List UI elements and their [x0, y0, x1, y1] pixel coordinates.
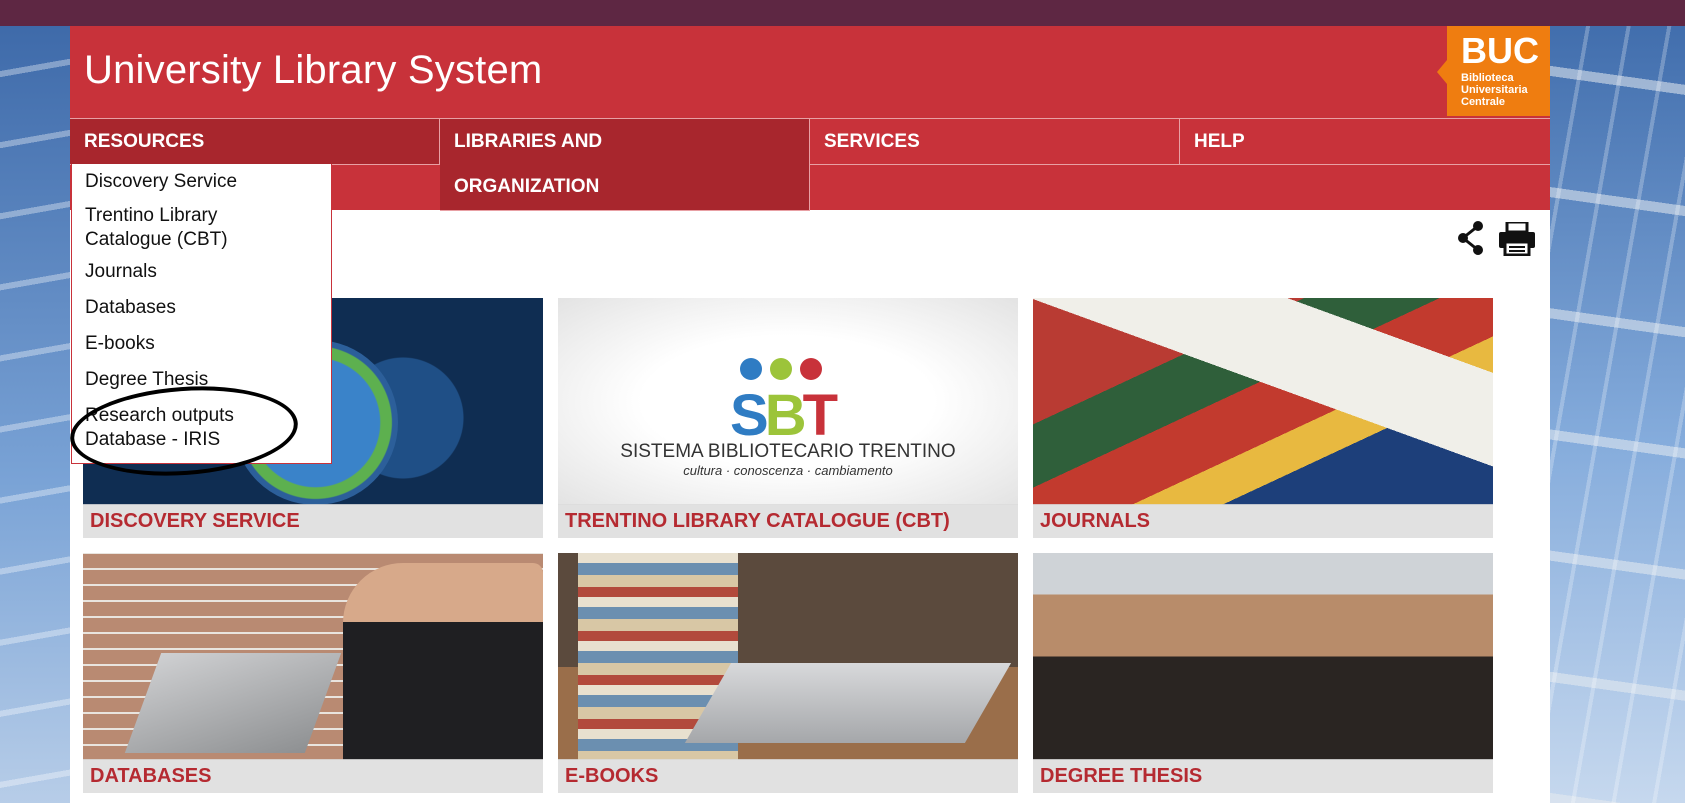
print-icon[interactable]	[1498, 220, 1536, 257]
journals-image	[1033, 298, 1493, 505]
tile-trentino-library-catalogue[interactable]: SBT SISTEMA BIBLIOTECARIO TRENTINO cultu…	[558, 298, 1018, 538]
nav-item-label: RESOURCES	[84, 131, 205, 152]
degree-thesis-image	[1033, 553, 1493, 760]
sbt-dot-red	[800, 358, 822, 380]
laptop-graphic	[124, 653, 342, 753]
tile-e-books[interactable]: E-BOOKS	[558, 553, 1018, 793]
site-title[interactable]: University Library System	[84, 48, 542, 93]
top-bar	[0, 0, 1685, 26]
sbt-logo-name: SISTEMA BIBLIOTECARIO TRENTINO	[620, 441, 956, 462]
dropdown-item-label: Catalogue (CBT)	[85, 229, 228, 250]
page-container: University Library System BUC Biblioteca…	[67, 26, 1550, 803]
nav-item-label: ORGANIZATION	[454, 176, 600, 197]
dropdown-item-e-books[interactable]: E-books	[85, 332, 155, 356]
background-right	[1550, 0, 1685, 803]
buc-logo-text: BUC	[1461, 30, 1539, 71]
sbt-logo-tagline: cultura · conoscenza · cambiamento	[683, 463, 893, 478]
nav-item-label: HELP	[1194, 131, 1245, 152]
sbt-dot-blue	[740, 358, 762, 380]
site-header: University Library System BUC Biblioteca…	[70, 26, 1550, 118]
background-left	[0, 0, 70, 803]
tile-caption: E-BOOKS	[558, 759, 1018, 793]
tile-caption: DEGREE THESIS	[1033, 759, 1493, 793]
buc-logo[interactable]: BUC Biblioteca Universitaria Centrale	[1437, 26, 1550, 116]
dropdown-item-label: Discovery Service	[85, 171, 238, 192]
nav-item-label: SERVICES	[824, 131, 920, 152]
tile-caption: DATABASES	[83, 759, 543, 793]
dropdown-item-label: Journals	[85, 261, 157, 282]
nav-item-libraries-and-organization[interactable]: LIBRARIES AND ORGANIZATION	[440, 119, 810, 211]
dropdown-item-trentino-library-catalogue[interactable]: Trentino Library Catalogue (CBT)	[85, 204, 228, 252]
buc-logo-line: Biblioteca	[1461, 72, 1514, 84]
tile-databases[interactable]: DATABASES	[83, 553, 543, 793]
dropdown-item-label: Databases	[85, 297, 176, 318]
nav-item-resources[interactable]: RESOURCES	[70, 119, 440, 165]
sbt-logo-image: SBT SISTEMA BIBLIOTECARIO TRENTINO cultu…	[558, 298, 1018, 505]
tile-caption: TRENTINO LIBRARY CATALOGUE (CBT)	[558, 504, 1018, 538]
nav-item-help[interactable]: HELP	[1180, 119, 1550, 165]
buc-logo-subtitle: Biblioteca Universitaria Centrale	[1461, 72, 1528, 108]
sbt-dot-green	[770, 358, 792, 380]
e-books-image	[558, 553, 1018, 760]
dropdown-item-discovery-service[interactable]: Discovery Service	[85, 170, 237, 194]
dropdown-item-databases[interactable]: Databases	[85, 296, 176, 320]
dropdown-item-journals[interactable]: Journals	[85, 260, 157, 284]
nav-item-label: LIBRARIES AND	[454, 131, 603, 152]
man-with-binoculars-graphic	[343, 563, 543, 760]
nav-item-services[interactable]: SERVICES	[810, 119, 1180, 165]
tile-caption: JOURNALS	[1033, 504, 1493, 538]
dropdown-item-label: Trentino Library	[85, 205, 218, 226]
tile-caption: DISCOVERY SERVICE	[83, 504, 543, 538]
tile-degree-thesis[interactable]: DEGREE THESIS	[1033, 553, 1493, 793]
share-icon[interactable]	[1456, 220, 1486, 256]
buc-logo-line: Centrale	[1461, 96, 1506, 108]
sbt-logo-letters: SBT	[730, 383, 838, 448]
databases-image	[83, 553, 543, 760]
buc-logo-line: Universitaria	[1461, 84, 1528, 96]
dropdown-item-label: E-books	[85, 333, 155, 354]
laptop-graphic	[684, 663, 1012, 743]
tile-journals[interactable]: JOURNALS	[1033, 298, 1493, 538]
